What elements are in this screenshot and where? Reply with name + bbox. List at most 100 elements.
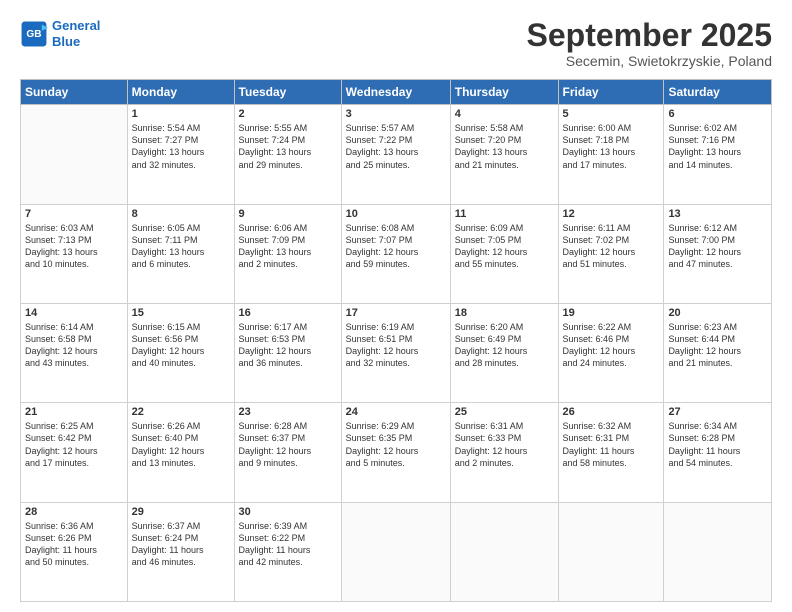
day-number: 24 — [346, 406, 446, 418]
day-number: 16 — [239, 307, 337, 319]
day-number: 7 — [25, 208, 123, 220]
day-info: Sunrise: 6:29 AMSunset: 6:35 PMDaylight:… — [346, 420, 446, 469]
day-info-line: and 17 minutes. — [563, 160, 627, 170]
day-number: 13 — [668, 208, 767, 220]
day-number: 11 — [455, 208, 554, 220]
day-number: 10 — [346, 208, 446, 220]
day-info-line: Sunrise: 6:23 AM — [668, 322, 737, 332]
day-info-line: Sunrise: 6:20 AM — [455, 322, 524, 332]
day-info-line: Daylight: 13 hours — [346, 147, 419, 157]
weekday-header-row: SundayMondayTuesdayWednesdayThursdayFrid… — [21, 80, 772, 105]
calendar-cell: 9 Sunrise: 6:06 AMSunset: 7:09 PMDaylight… — [234, 204, 341, 303]
day-number: 19 — [563, 307, 660, 319]
day-info-line: Daylight: 12 hours — [668, 346, 741, 356]
day-info-line: and 55 minutes. — [455, 259, 519, 269]
day-info-line: Sunrise: 6:02 AM — [668, 123, 737, 133]
day-number: 26 — [563, 406, 660, 418]
day-info-line: Daylight: 13 hours — [25, 247, 98, 257]
day-info-line: Daylight: 13 hours — [132, 147, 205, 157]
day-info-line: and 2 minutes. — [239, 259, 298, 269]
day-info-line: Sunrise: 6:09 AM — [455, 223, 524, 233]
day-info-line: Sunrise: 6:31 AM — [455, 421, 524, 431]
day-info-line: Sunrise: 5:58 AM — [455, 123, 524, 133]
calendar-cell: 18Sunrise: 6:20 AMSunset: 6:49 PMDayligh… — [450, 303, 558, 402]
day-info: Sunrise: 6:32 AMSunset: 6:31 PMDaylight:… — [563, 420, 660, 469]
day-info-line: Sunset: 6:53 PM — [239, 334, 306, 344]
day-info-line: and 17 minutes. — [25, 458, 89, 468]
day-number: 27 — [668, 406, 767, 418]
day-info-line: and 36 minutes. — [239, 358, 303, 368]
page: GB General Blue September 2025 Secemin, … — [0, 0, 792, 612]
day-info-line: Sunrise: 6:12 AM — [668, 223, 737, 233]
calendar-cell: 6Sunrise: 6:02 AMSunset: 7:16 PMDaylight… — [664, 105, 772, 204]
day-info-line: Daylight: 13 hours — [455, 147, 528, 157]
title-area: September 2025 Secemin, Swietokrzyskie, … — [527, 18, 772, 69]
day-info-line: Sunset: 6:22 PM — [239, 533, 306, 543]
day-info: Sunrise: 6:17 AMSunset: 6:53 PMDaylight:… — [239, 321, 337, 370]
day-info-line: and 59 minutes. — [346, 259, 410, 269]
day-info-line: Daylight: 12 hours — [455, 247, 528, 257]
day-number: 25 — [455, 406, 554, 418]
day-info-line: Sunrise: 6:19 AM — [346, 322, 415, 332]
day-info-line: Sunset: 7:22 PM — [346, 135, 413, 145]
day-number: 9 — [239, 208, 337, 220]
calendar-cell: 25 Sunrise: 6:31 AMSunset: 6:33 PMDayligh… — [450, 403, 558, 502]
day-number: 21 — [25, 406, 123, 418]
day-info-line: and 46 minutes. — [132, 557, 196, 567]
day-info: Sunrise: 5:54 AMSunset: 7:27 PMDaylight:… — [132, 122, 230, 171]
day-number: 28 — [25, 506, 123, 518]
weekday-header: Friday — [558, 80, 664, 105]
day-info-line: Daylight: 13 hours — [132, 247, 205, 257]
day-info: Sunrise: 6:06 AMSunset: 7:09 PMDaylight:… — [239, 222, 337, 271]
day-info-line: and 2 minutes. — [455, 458, 514, 468]
day-info-line: and 5 minutes. — [346, 458, 405, 468]
day-info: Sunrise: 6:31 AMSunset: 6:33 PMDaylight:… — [455, 420, 554, 469]
day-info-line: Daylight: 11 hours — [239, 545, 311, 555]
day-info-line: Sunrise: 6:06 AM — [239, 223, 308, 233]
calendar-cell: 1 Sunrise: 5:54 AMSunset: 7:27 PMDaylight… — [127, 105, 234, 204]
day-info-line: Sunset: 7:05 PM — [455, 235, 522, 245]
day-info-line: Sunrise: 6:39 AM — [239, 521, 308, 531]
logo: GB General Blue — [20, 18, 100, 49]
day-info-line: Daylight: 12 hours — [668, 247, 741, 257]
weekday-header: Tuesday — [234, 80, 341, 105]
month-title: September 2025 — [527, 18, 772, 53]
calendar-cell: 22Sunrise: 6:26 AMSunset: 6:40 PMDayligh… — [127, 403, 234, 502]
day-info-line: Sunrise: 6:11 AM — [563, 223, 631, 233]
day-info-line: Sunrise: 5:54 AM — [132, 123, 201, 133]
calendar-cell: 20Sunrise: 6:23 AMSunset: 6:44 PMDayligh… — [664, 303, 772, 402]
day-info-line: and 24 minutes. — [563, 358, 627, 368]
day-info: Sunrise: 6:25 AMSunset: 6:42 PMDaylight:… — [25, 420, 123, 469]
day-info-line: Sunrise: 5:57 AM — [346, 123, 415, 133]
day-info-line: Sunrise: 6:15 AM — [132, 322, 201, 332]
calendar-cell: 17Sunrise: 6:19 AMSunset: 6:51 PMDayligh… — [341, 303, 450, 402]
day-info: Sunrise: 6:28 AMSunset: 6:37 PMDaylight:… — [239, 420, 337, 469]
calendar-cell: 7Sunrise: 6:03 AMSunset: 7:13 PMDaylight… — [21, 204, 128, 303]
day-info-line: Sunrise: 6:28 AM — [239, 421, 308, 431]
day-info: Sunrise: 6:14 AMSunset: 6:58 PMDaylight:… — [25, 321, 123, 370]
day-info-line: and 51 minutes. — [563, 259, 627, 269]
day-info-line: Sunset: 7:07 PM — [346, 235, 413, 245]
day-info: Sunrise: 6:09 AM Sunset: 7:05 PM Daylight:… — [455, 222, 554, 271]
day-info-line: Sunrise: 6:32 AM — [563, 421, 632, 431]
day-info-line: and 40 minutes. — [132, 358, 196, 368]
day-number: 23 — [239, 406, 337, 418]
day-info-line: Sunset: 6:40 PM — [132, 433, 199, 443]
calendar-cell: 2Sunrise: 5:55 AMSunset: 7:24 PMDaylight… — [234, 105, 341, 204]
day-info-line: Sunrise: 6:00 AM — [563, 123, 632, 133]
day-info-line: Daylight: 12 hours — [563, 346, 636, 356]
day-info-line: Daylight: 12 hours — [455, 446, 528, 456]
day-info-line: Sunrise: 6:36 AM — [25, 521, 94, 531]
day-number: 1 — [132, 108, 230, 120]
calendar-week-row: 14Sunrise: 6:14 AMSunset: 6:58 PMDayligh… — [21, 303, 772, 402]
weekday-header: Saturday — [664, 80, 772, 105]
day-info-line: and 13 minutes. — [132, 458, 196, 468]
day-info-line: Sunset: 7:13 PM — [25, 235, 92, 245]
day-info-line: and 9 minutes. — [239, 458, 298, 468]
day-info: Sunrise: 6:36 AMSunset: 6:26 PMDaylight:… — [25, 520, 123, 569]
day-info-line: Sunrise: 6:26 AM — [132, 421, 201, 431]
day-info: Sunrise: 5:55 AMSunset: 7:24 PMDaylight:… — [239, 122, 337, 171]
day-info-line: Daylight: 13 hours — [668, 147, 741, 157]
day-info-line: and 28 minutes. — [455, 358, 519, 368]
day-info-line: Daylight: 12 hours — [346, 446, 419, 456]
